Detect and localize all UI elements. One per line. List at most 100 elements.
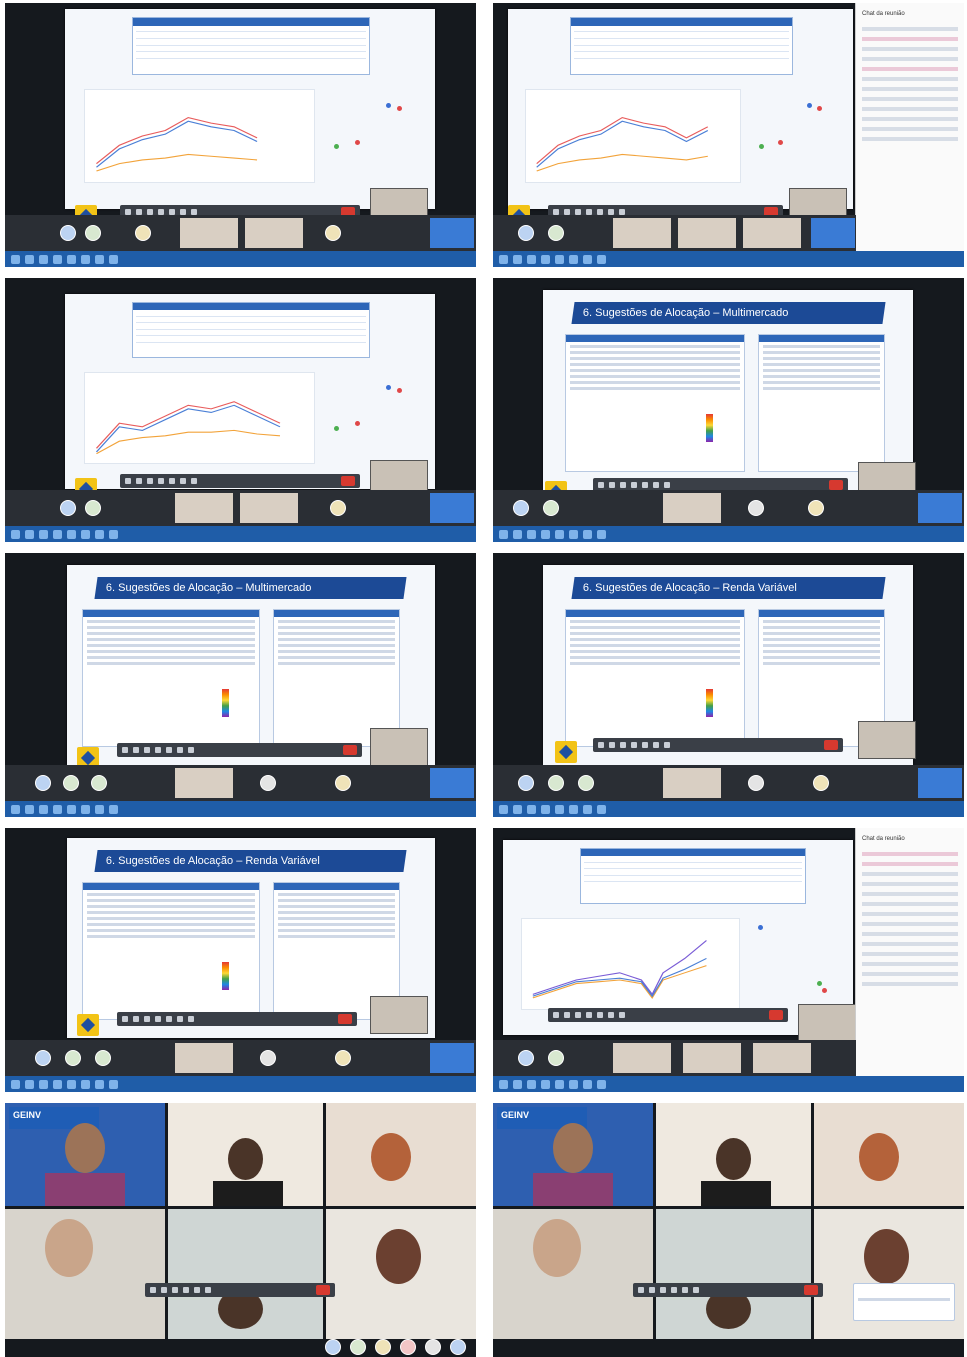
participant-video: [753, 1043, 811, 1073]
participant-avatar[interactable]: [63, 775, 79, 791]
participant-avatar[interactable]: [425, 1339, 441, 1355]
windows-taskbar: [493, 251, 964, 267]
participant-video: [743, 218, 801, 248]
video-tile: [168, 1103, 323, 1206]
windows-taskbar: [5, 526, 476, 542]
participant-avatar[interactable]: [748, 775, 764, 791]
participant-avatar[interactable]: [543, 500, 559, 516]
participant-avatar[interactable]: [91, 775, 107, 791]
participant-avatar[interactable]: [95, 1050, 111, 1066]
fund-table: [580, 847, 806, 905]
hangup-button[interactable]: [829, 480, 843, 490]
risk-return-scatter: [324, 372, 428, 462]
participant-strip: [5, 1339, 476, 1357]
fund-table: [570, 17, 793, 75]
participant-avatar[interactable]: [450, 1339, 466, 1355]
participant-video: [430, 768, 474, 798]
meeting-controls[interactable]: [593, 738, 843, 752]
video-tile: GEINV: [5, 1103, 165, 1206]
participant-avatar[interactable]: [548, 225, 564, 241]
slide-title: 6. Sugestões de Alocação – Renda Variáve…: [106, 854, 321, 867]
participant-avatar[interactable]: [135, 225, 151, 241]
screen-5: 6. Sugestões de Alocação – Multimercado: [5, 553, 476, 817]
risk-scale: [705, 414, 713, 442]
screen-2: Chat da reunião: [493, 3, 964, 267]
participant-avatar[interactable]: [518, 775, 534, 791]
meeting-controls[interactable]: [120, 474, 360, 488]
risk-scale: [221, 689, 229, 717]
slide-title: 6. Sugestões de Alocação – Multimercado: [106, 581, 312, 594]
hangup-button[interactable]: [824, 740, 838, 750]
video-tile: [814, 1103, 964, 1206]
participant-avatar[interactable]: [85, 225, 101, 241]
participant-video: [918, 768, 962, 798]
hangup-button[interactable]: [343, 745, 357, 755]
participant-avatar[interactable]: [85, 500, 101, 516]
participant-avatar[interactable]: [60, 500, 76, 516]
participant-video: [918, 493, 962, 523]
participant-avatar[interactable]: [330, 500, 346, 516]
participant-avatar[interactable]: [548, 775, 564, 791]
hangup-button[interactable]: [338, 1014, 352, 1024]
participant-avatar[interactable]: [60, 225, 76, 241]
participant-avatar[interactable]: [325, 1339, 341, 1355]
participant-avatar[interactable]: [35, 775, 51, 791]
video-tile: [326, 1103, 476, 1206]
slide-title-banner: 6. Sugestões de Alocação – Multimercado: [94, 577, 408, 599]
participant-avatar[interactable]: [65, 1050, 81, 1066]
risk-return-scatter: [750, 89, 847, 181]
screen-3: [5, 278, 476, 542]
participant-strip: [5, 1040, 476, 1076]
participant-strip: [5, 490, 476, 526]
participant-avatar[interactable]: [375, 1339, 391, 1355]
screen-1: [5, 3, 476, 267]
participant-avatar[interactable]: [808, 500, 824, 516]
meeting-controls[interactable]: [145, 1283, 335, 1297]
returns-table: [273, 609, 401, 747]
participant-avatar[interactable]: [335, 1050, 351, 1066]
participant-video: [678, 218, 736, 248]
slide-table-chart: [508, 9, 853, 209]
hangup-button[interactable]: [341, 476, 355, 486]
performance-chart: [83, 372, 315, 464]
risk-scale: [705, 689, 713, 717]
participant-avatar[interactable]: [813, 775, 829, 791]
fund-info-panel: [565, 609, 745, 747]
hangup-button[interactable]: [769, 1010, 783, 1020]
video-tile: [326, 1209, 476, 1339]
participant-video: [240, 493, 298, 523]
participant-strip: [5, 765, 476, 801]
chat-title: Chat da reunião: [862, 11, 905, 17]
participant-avatar[interactable]: [400, 1339, 416, 1355]
self-video: [858, 721, 916, 759]
participant-avatar[interactable]: [260, 1050, 276, 1066]
participant-avatar[interactable]: [548, 1050, 564, 1066]
participant-avatar[interactable]: [513, 500, 529, 516]
risk-scale: [221, 962, 229, 990]
windows-taskbar: [5, 801, 476, 817]
meeting-controls[interactable]: [117, 743, 362, 757]
participant-avatar[interactable]: [325, 225, 341, 241]
participant-avatar[interactable]: [578, 775, 594, 791]
screen-9: GEINV: [5, 1103, 476, 1357]
participant-avatar[interactable]: [350, 1339, 366, 1355]
participant-video: [175, 1043, 233, 1073]
participant-avatar[interactable]: [335, 775, 351, 791]
video-tile: GEINV: [493, 1103, 653, 1206]
participant-avatar[interactable]: [518, 225, 534, 241]
participant-avatar[interactable]: [260, 775, 276, 791]
participant-avatar[interactable]: [518, 1050, 534, 1066]
screen-10: GEINV: [493, 1103, 964, 1357]
video-tile: [493, 1209, 653, 1339]
hangup-button[interactable]: [804, 1285, 818, 1295]
participant-avatar[interactable]: [35, 1050, 51, 1066]
participant-video: [811, 218, 855, 248]
screen-7: 6. Sugestões de Alocação – Renda Variáve…: [5, 828, 476, 1092]
hangup-button[interactable]: [316, 1285, 330, 1295]
slide-title-banner: 6. Sugestões de Alocação – Multimercado: [571, 302, 885, 324]
meeting-controls[interactable]: [548, 1008, 788, 1022]
meeting-controls[interactable]: [117, 1012, 357, 1026]
participant-avatar[interactable]: [748, 500, 764, 516]
fund-info-panel: [81, 609, 261, 747]
meeting-controls[interactable]: [633, 1283, 823, 1297]
